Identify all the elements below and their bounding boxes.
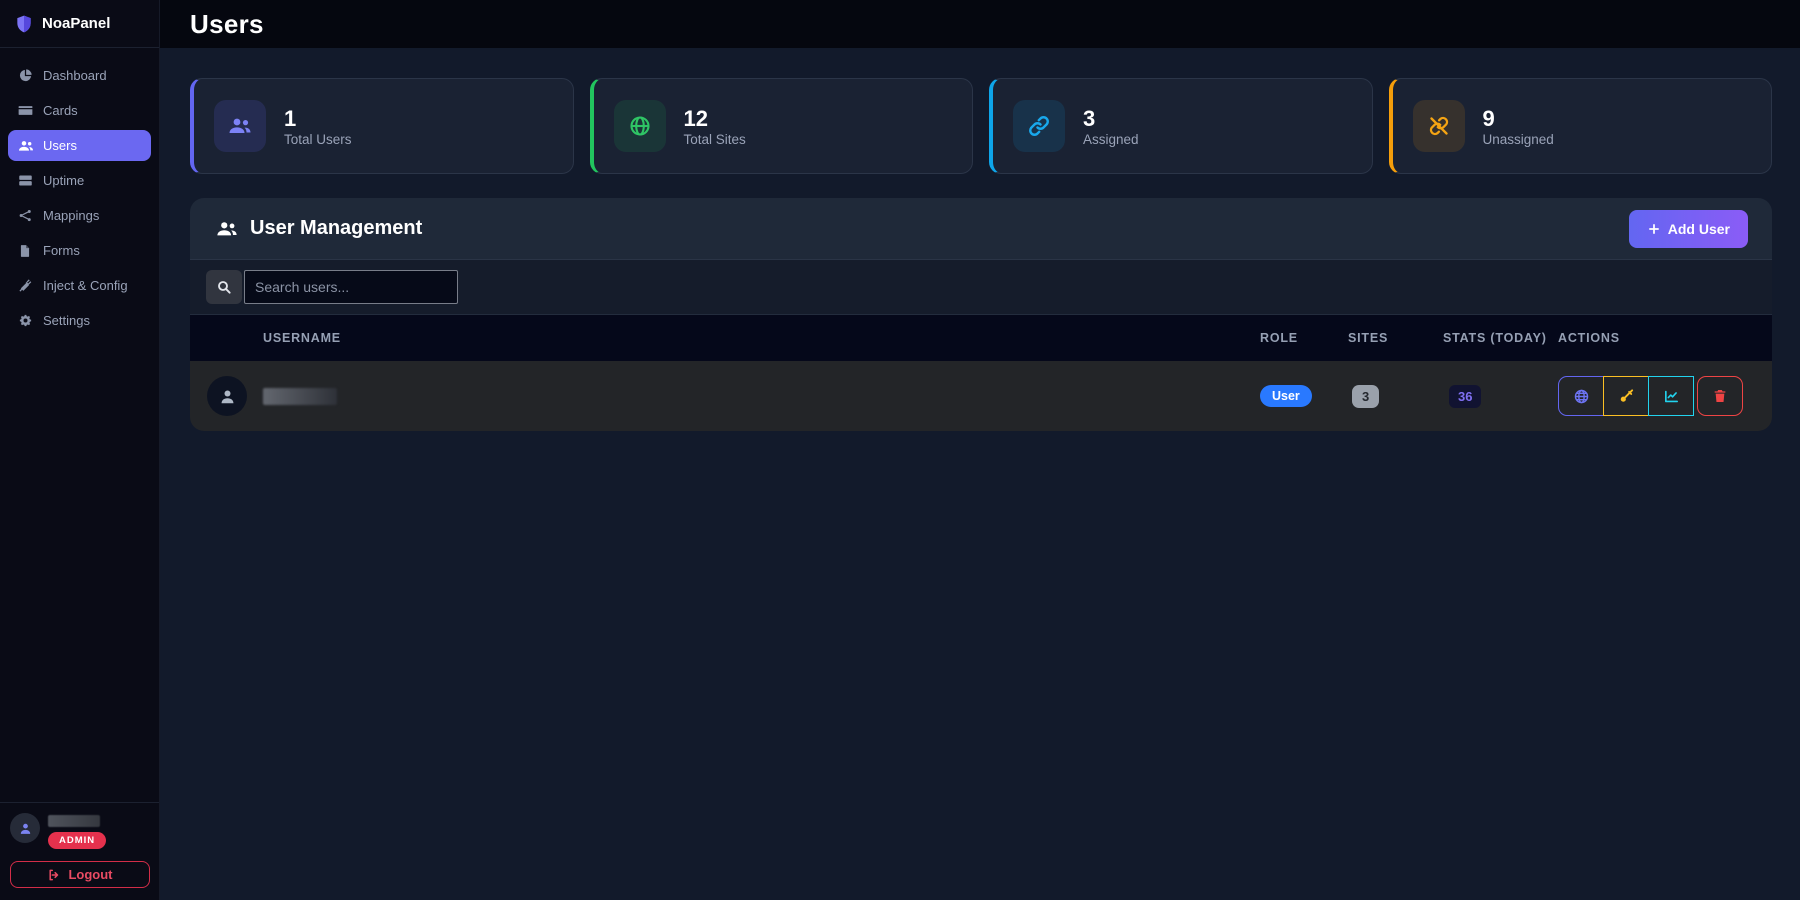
users-icon bbox=[18, 138, 34, 154]
sidebar-item-label: Users bbox=[43, 138, 77, 153]
sidebar-item-forms[interactable]: Forms bbox=[8, 235, 151, 266]
sites-count-badge: 3 bbox=[1352, 385, 1379, 408]
delete-action-button[interactable] bbox=[1697, 376, 1743, 416]
sidebar-item-label: Cards bbox=[43, 103, 78, 118]
add-user-label: Add User bbox=[1668, 221, 1730, 237]
link-icon bbox=[1013, 100, 1065, 152]
sidebar-footer: ADMIN Logout bbox=[0, 802, 159, 900]
users-icon bbox=[214, 100, 266, 152]
panel-title: User Management bbox=[216, 217, 422, 240]
current-user: ADMIN bbox=[10, 813, 149, 849]
sidebar: NoaPanel Dashboard Cards Users Uptime bbox=[0, 0, 160, 900]
sidebar-item-label: Inject & Config bbox=[43, 278, 128, 293]
col-stats: STATS (TODAY) bbox=[1443, 331, 1558, 345]
content: 1 Total Users 12 Total Sites 3 bbox=[160, 48, 1800, 900]
sidebar-item-uptime[interactable]: Uptime bbox=[8, 165, 151, 196]
pie-chart-icon bbox=[18, 68, 34, 84]
app-title: NoaPanel bbox=[42, 15, 110, 32]
username-redacted bbox=[48, 815, 100, 827]
sidebar-item-label: Dashboard bbox=[43, 68, 107, 83]
stat-value: 3 bbox=[1083, 105, 1139, 133]
admin-badge: ADMIN bbox=[48, 832, 106, 849]
stat-label: Unassigned bbox=[1483, 132, 1554, 147]
sidebar-item-label: Uptime bbox=[43, 173, 84, 188]
panel-header: User Management Add User bbox=[190, 198, 1772, 260]
stats-action-button[interactable] bbox=[1648, 376, 1694, 416]
server-icon bbox=[18, 173, 34, 189]
trash-icon bbox=[1712, 388, 1728, 404]
globe-icon bbox=[1573, 388, 1590, 405]
link-slash-icon bbox=[1413, 100, 1465, 152]
username-redacted bbox=[263, 388, 337, 405]
sidebar-item-label: Mappings bbox=[43, 208, 99, 223]
search-icon bbox=[206, 270, 242, 304]
col-sites: SITES bbox=[1348, 331, 1443, 345]
table-header: USERNAME ROLE SITES STATS (TODAY) ACTION… bbox=[190, 315, 1772, 361]
person-icon bbox=[218, 387, 237, 406]
sites-action-button[interactable] bbox=[1558, 376, 1604, 416]
network-icon bbox=[18, 208, 34, 224]
avatar bbox=[207, 376, 247, 416]
col-actions: ACTIONS bbox=[1558, 331, 1772, 345]
cell-role: User bbox=[1260, 385, 1348, 407]
stat-card-unassigned: 9 Unassigned bbox=[1389, 78, 1773, 174]
syringe-icon bbox=[18, 278, 34, 294]
password-action-button[interactable] bbox=[1603, 376, 1649, 416]
sidebar-item-settings[interactable]: Settings bbox=[8, 305, 151, 336]
stat-card-total-sites: 12 Total Sites bbox=[590, 78, 974, 174]
col-username: USERNAME bbox=[190, 331, 1260, 345]
avatar bbox=[10, 813, 40, 843]
stat-card-total-users: 1 Total Users bbox=[190, 78, 574, 174]
logout-label: Logout bbox=[68, 867, 112, 882]
main-area: Users 1 Total Users 12 Total Sites bbox=[160, 0, 1800, 900]
credit-card-icon bbox=[18, 103, 34, 119]
sidebar-item-dashboard[interactable]: Dashboard bbox=[8, 60, 151, 91]
col-role: ROLE bbox=[1260, 331, 1348, 345]
sidebar-item-label: Settings bbox=[43, 313, 90, 328]
sidebar-item-mappings[interactable]: Mappings bbox=[8, 200, 151, 231]
cell-username bbox=[190, 376, 1260, 416]
sidebar-item-users[interactable]: Users bbox=[8, 130, 151, 161]
sidebar-nav: Dashboard Cards Users Uptime Mappings bbox=[0, 48, 159, 802]
plus-icon bbox=[1647, 222, 1661, 236]
logo: NoaPanel bbox=[0, 0, 159, 48]
stat-value: 1 bbox=[284, 105, 352, 133]
globe-icon bbox=[614, 100, 666, 152]
table-row: User 3 36 bbox=[190, 361, 1772, 431]
logout-icon bbox=[47, 868, 61, 882]
sidebar-item-inject-config[interactable]: Inject & Config bbox=[8, 270, 151, 301]
chart-line-icon bbox=[1663, 388, 1680, 405]
stat-value: 9 bbox=[1483, 105, 1554, 133]
sidebar-item-label: Forms bbox=[43, 243, 80, 258]
users-icon bbox=[216, 218, 238, 240]
stat-label: Total Sites bbox=[684, 132, 746, 147]
person-icon bbox=[18, 821, 33, 836]
stats-row: 1 Total Users 12 Total Sites 3 bbox=[190, 78, 1772, 174]
stats-today-badge: 36 bbox=[1449, 385, 1481, 408]
stat-card-assigned: 3 Assigned bbox=[989, 78, 1373, 174]
cell-actions bbox=[1558, 376, 1772, 416]
file-icon bbox=[18, 243, 34, 259]
panel-title-text: User Management bbox=[250, 217, 422, 240]
cell-sites: 3 bbox=[1348, 385, 1443, 408]
stat-label: Total Users bbox=[284, 132, 352, 147]
sidebar-item-cards[interactable]: Cards bbox=[8, 95, 151, 126]
user-management-panel: User Management Add User USERNAME ROLE S… bbox=[190, 198, 1772, 431]
search-bar bbox=[190, 260, 1772, 315]
page-header: Users bbox=[160, 0, 1800, 48]
role-badge: User bbox=[1260, 385, 1312, 407]
stat-label: Assigned bbox=[1083, 132, 1139, 147]
key-icon bbox=[1618, 388, 1635, 405]
logout-button[interactable]: Logout bbox=[10, 861, 150, 888]
cell-stats: 36 bbox=[1443, 385, 1558, 408]
page-title: Users bbox=[190, 9, 264, 40]
gear-icon bbox=[18, 313, 34, 329]
search-input[interactable] bbox=[244, 270, 458, 304]
stat-value: 12 bbox=[684, 105, 746, 133]
shield-logo-icon bbox=[14, 14, 34, 34]
add-user-button[interactable]: Add User bbox=[1629, 210, 1748, 248]
